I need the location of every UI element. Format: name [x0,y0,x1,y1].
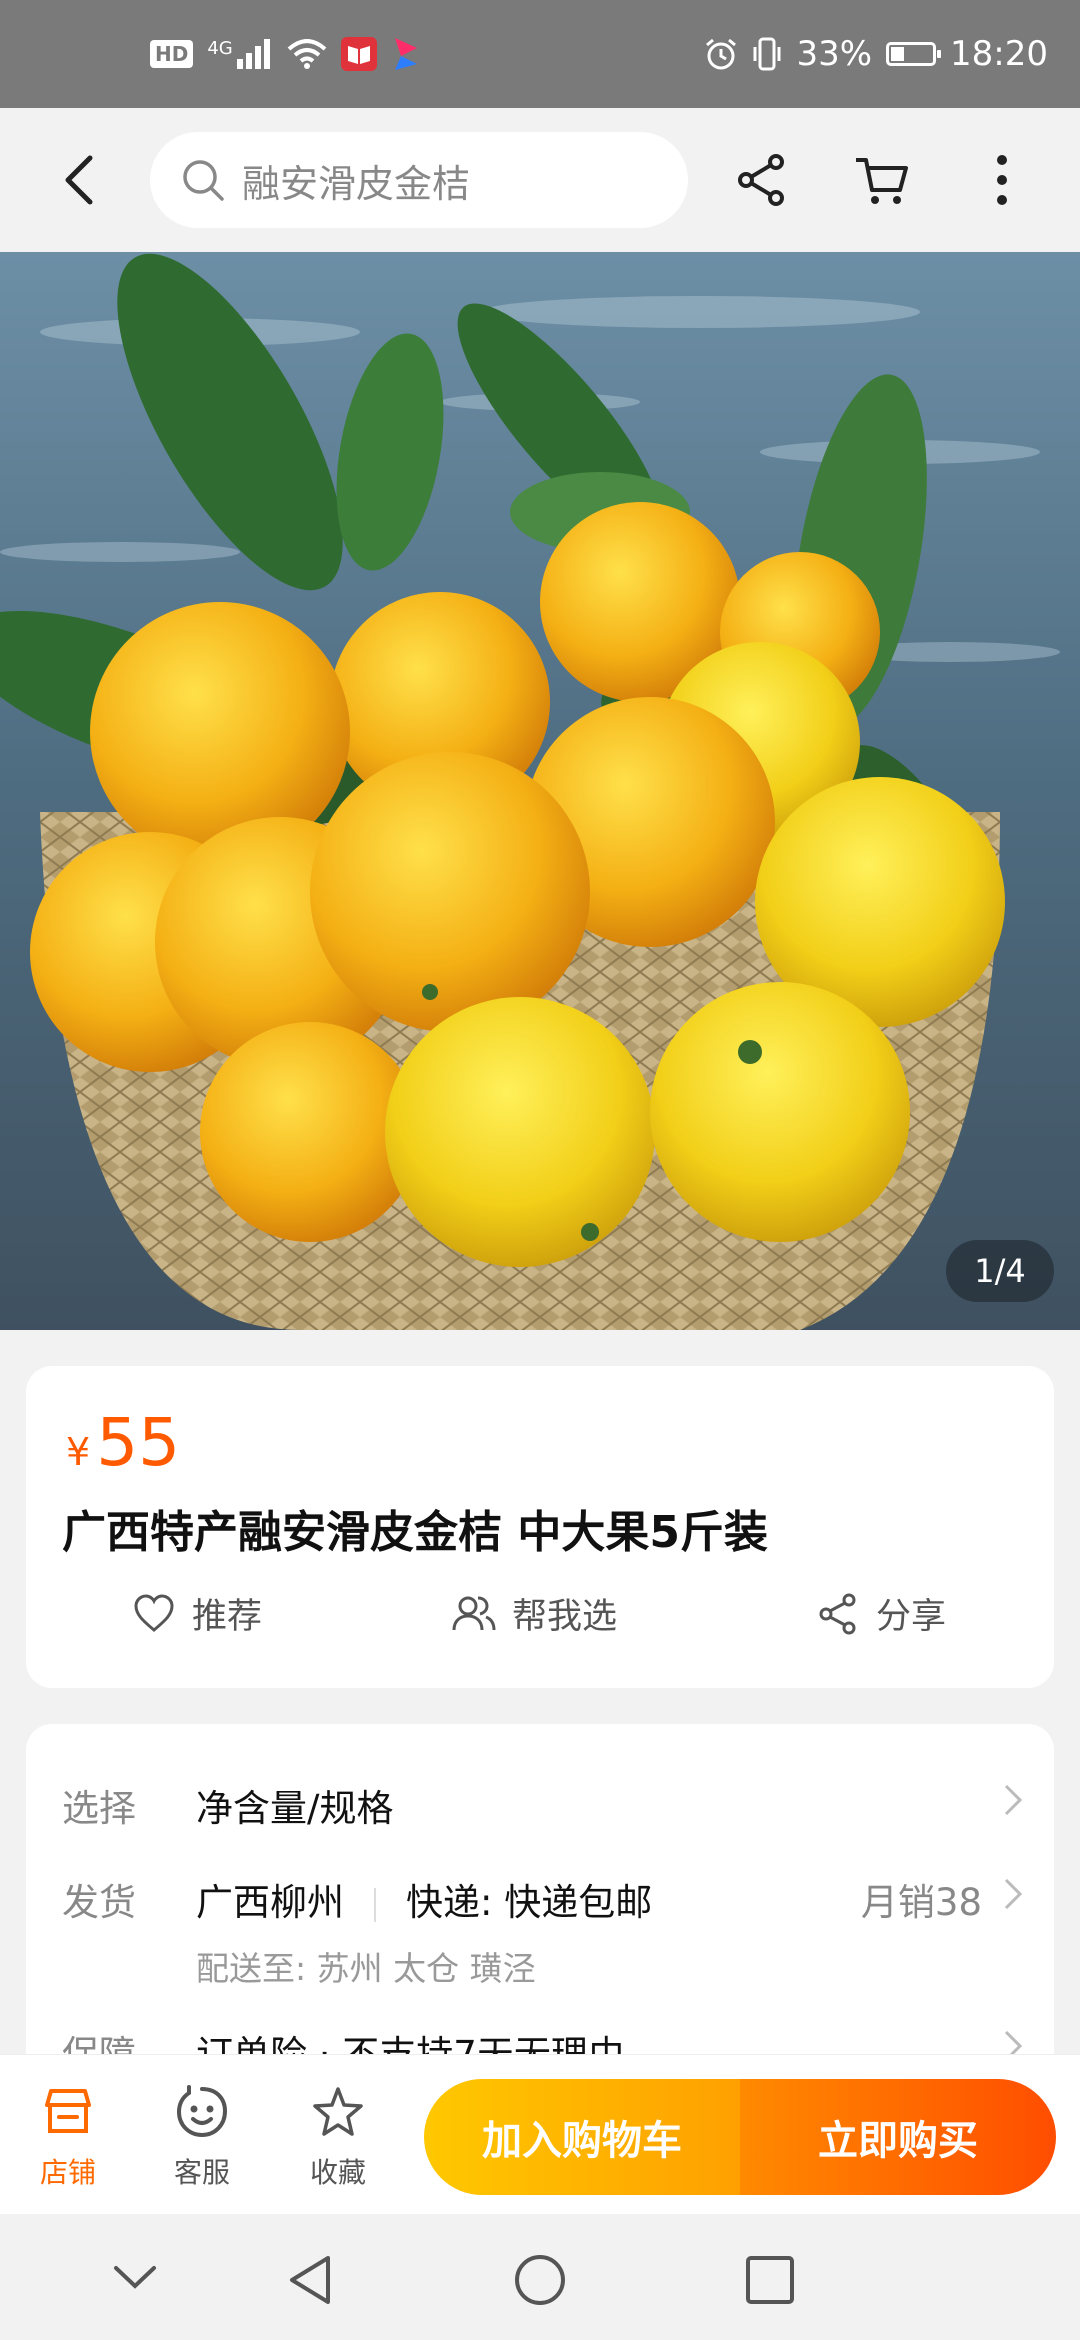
search-text: 融安滑皮金桔 [242,161,471,206]
ship-origin: 广西柳州 [196,1881,344,1924]
cart-icon[interactable] [852,150,912,210]
battery-fill [891,47,905,61]
share-icon [819,1593,856,1634]
ship-label: 发货 [62,1881,136,1924]
network-type: 4G [207,37,233,59]
status-bar: HD 4G 33% 18:20 [0,0,1080,108]
price-value: 55 [96,1404,181,1481]
share-label: 分享 [876,1597,947,1637]
search-icon [183,160,224,201]
share-icon[interactable] [732,150,792,210]
nav-recents-icon[interactable] [742,2252,798,2308]
purchase-buttons: 加入购物车 立即购买 [424,2079,1056,2195]
customer-service-label: 客服 [173,2156,230,2189]
select-value: 净含量/规格 [196,1787,394,1830]
back-icon[interactable] [50,148,110,212]
vibrate-icon [753,37,781,71]
recommend-label: 推荐 [192,1597,263,1637]
ship-method: 快递: 快递包邮 [406,1881,653,1924]
kumquat-basket-image [0,252,1080,1330]
product-title: 广西特产融安滑皮金桔 中大果5斤装 [62,1507,768,1558]
recommend-action[interactable]: 推荐 [132,1588,262,1639]
battery-percent: 33% [796,34,873,74]
share-action[interactable]: 分享 [816,1588,946,1639]
price-currency: ¥ [66,1430,91,1474]
heart-icon [134,1593,174,1632]
reader-app-icon [340,37,377,71]
deliver-to: 配送至: 苏州 太仓 璜泾 [196,1949,536,1988]
bottom-action-bar: 店铺 客服 收藏 加入购物车 立即购买 [0,2054,1080,2215]
store-button[interactable]: 店铺 [18,2085,118,2191]
price: ¥ 55 [66,1404,180,1481]
status-right: 33% 18:20 [704,34,1048,74]
divider [374,1887,376,1922]
customer-service-button[interactable]: 客服 [152,2085,252,2191]
monthly-sales: 月销38 [860,1881,982,1924]
help-choose-label: 帮我选 [512,1597,618,1637]
product-actions: 推荐 帮我选 分享 [26,1588,1054,1660]
help-choose-action[interactable]: 帮我选 [452,1588,617,1639]
people-icon [452,1596,496,1630]
add-to-cart-button[interactable]: 加入购物车 [424,2079,740,2195]
clock: 18:20 [950,34,1048,74]
alarm-icon [706,38,737,70]
status-left: HD 4G [150,36,421,72]
signal-icon [236,39,270,69]
nav-back-icon[interactable] [282,2252,338,2308]
search-box[interactable]: 融安滑皮金桔 [150,132,688,228]
battery-icon [886,42,942,66]
store-label: 店铺 [39,2156,96,2189]
ship-value: 广西柳州 快递: 快递包邮 [196,1872,652,1926]
favorite-label: 收藏 [309,2156,366,2189]
system-nav-bar [0,2214,1080,2340]
hd-badge: HD [150,40,194,68]
top-nav: 融安滑皮金桔 [0,108,1080,252]
wifi-icon [287,39,327,69]
favorite-button[interactable]: 收藏 [288,2085,388,2191]
nav-home-icon[interactable] [512,2252,568,2308]
product-image-carousel[interactable]: 1/4 [0,252,1080,1330]
store-icon [45,2089,91,2133]
select-label: 选择 [62,1787,136,1830]
product-summary-card: ¥ 55 广西特产融安滑皮金桔 中大果5斤装 推荐 帮我选 分享 [26,1366,1054,1688]
video-app-icon [394,38,417,70]
chat-face-icon [176,2085,228,2138]
more-icon[interactable] [972,150,1032,210]
collapse-icon[interactable] [110,2262,160,2292]
star-icon [313,2087,363,2136]
image-page-indicator: 1/4 [946,1240,1054,1302]
chevron-right-icon [1004,1878,1023,1910]
buy-now-button[interactable]: 立即购买 [740,2079,1056,2195]
chevron-right-icon [1004,1784,1023,1816]
